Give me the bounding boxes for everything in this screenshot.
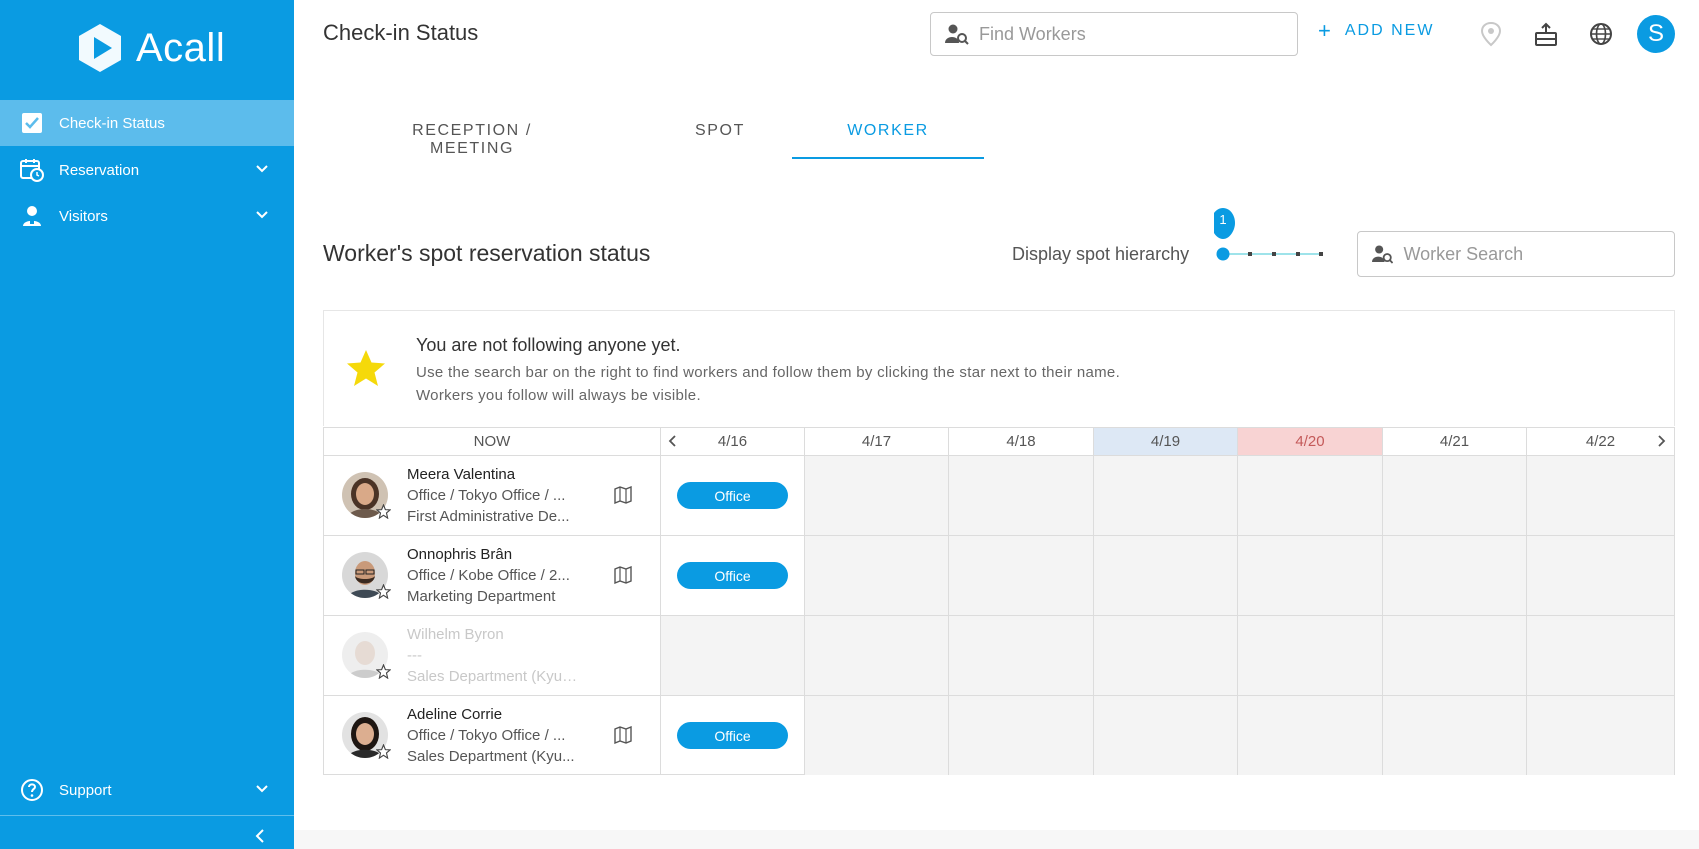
worker-name[interactable]: Adeline Corrie xyxy=(407,706,502,723)
notice-text: Workers you follow will always be visibl… xyxy=(416,387,701,404)
worker-department: First Administrative De... xyxy=(407,508,570,525)
calendar-clock-icon xyxy=(20,158,44,182)
add-new-label: ADD NEW xyxy=(1344,22,1435,39)
sidebar: Acall Check-in Status Reservation Visito… xyxy=(0,0,294,849)
grid-line xyxy=(1237,455,1238,775)
user-search-icon xyxy=(1372,245,1394,264)
hierarchy-slider[interactable]: 1 xyxy=(1211,206,1326,266)
worker-location: Office / Kobe Office / 2... xyxy=(407,567,570,584)
worker-search[interactable] xyxy=(1357,231,1675,277)
sidebar-item-support[interactable]: Support xyxy=(0,767,294,813)
worker-location: Office / Tokyo Office / ... xyxy=(407,727,566,744)
find-workers-input[interactable] xyxy=(977,22,1281,46)
table-row[interactable]: Onnophris Brân Office / Kobe Office / 2.… xyxy=(324,536,660,615)
sidebar-item-check-in-status[interactable]: Check-in Status xyxy=(0,100,294,146)
active-tab-indicator xyxy=(792,157,984,159)
reservation-grid: NOW 4/16 4/17 4/18 4/19 4/20 4/21 4/22 M… xyxy=(323,427,1675,775)
map-icon[interactable] xyxy=(614,726,632,744)
sidebar-item-reservation[interactable]: Reservation xyxy=(0,147,294,193)
status-badge[interactable]: Office xyxy=(677,482,788,509)
help-icon xyxy=(20,778,44,802)
date-header-today: 4/19 xyxy=(1094,428,1238,455)
chevron-down-icon xyxy=(256,165,268,173)
plus-icon: + xyxy=(1318,18,1333,43)
sidebar-item-label: Reservation xyxy=(59,161,140,179)
worker-name[interactable]: Onnophris Brân xyxy=(407,546,512,563)
checkbox-icon xyxy=(20,111,44,135)
date-header-holiday: 4/20 xyxy=(1238,428,1383,455)
map-icon[interactable] xyxy=(614,566,632,584)
acall-logo-icon xyxy=(79,24,121,72)
table-row[interactable]: Meera Valentina Office / Tokyo Office / … xyxy=(324,456,660,535)
notice-title: You are not following anyone yet. xyxy=(416,335,681,355)
tab-worker[interactable]: WORKER xyxy=(792,122,984,140)
sidebar-item-label: Visitors xyxy=(59,207,108,225)
date-header: 4/18 xyxy=(949,428,1094,455)
grid-line xyxy=(804,455,805,775)
star-icon xyxy=(347,350,385,386)
grid-line xyxy=(660,455,661,775)
notice-text: Use the search bar on the right to find … xyxy=(416,364,1121,381)
find-workers-search[interactable] xyxy=(930,12,1298,56)
worker-department: Marketing Department xyxy=(407,588,556,605)
page-title: Check-in Status xyxy=(323,20,479,45)
slider-value-badge: 1 xyxy=(1219,212,1227,227)
add-new-button[interactable]: + ADD NEW xyxy=(1318,18,1435,43)
next-week-icon[interactable] xyxy=(1654,434,1668,448)
empty-now-cell xyxy=(661,615,805,695)
tab-reception-meeting[interactable]: RECEPTION / MEETING xyxy=(370,122,574,158)
date-header: 4/17 xyxy=(805,428,949,455)
worker-department: Sales Department (Kyush... xyxy=(407,668,582,685)
status-badge[interactable]: Office xyxy=(677,562,788,589)
visitor-icon xyxy=(20,204,44,228)
brand-name: Acall xyxy=(136,25,226,70)
hierarchy-label: Display spot hierarchy xyxy=(1012,244,1190,264)
follow-star-icon[interactable] xyxy=(376,664,391,679)
sidebar-divider xyxy=(0,815,294,816)
sidebar-item-label: Check-in Status xyxy=(59,114,165,132)
now-column-header: NOW xyxy=(324,428,661,455)
follow-star-icon[interactable] xyxy=(376,504,391,519)
grid-line xyxy=(948,455,949,775)
table-row[interactable]: Adeline Corrie Office / Tokyo Office / .… xyxy=(324,696,660,775)
worker-location: --- xyxy=(407,647,422,664)
follow-notice: You are not following anyone yet. Use th… xyxy=(323,310,1675,426)
tab-spot[interactable]: SPOT xyxy=(672,122,768,140)
page-footer-strip xyxy=(294,830,1699,849)
date-header: 4/16 xyxy=(661,428,805,455)
sidebar-item-visitors[interactable]: Visitors xyxy=(0,193,294,239)
worker-search-input[interactable] xyxy=(1401,242,1674,266)
prev-week-icon[interactable] xyxy=(666,434,680,448)
section-title: Worker's spot reservation status xyxy=(323,240,651,266)
table-row[interactable]: Wilhelm Byron --- Sales Department (Kyus… xyxy=(324,616,660,695)
acall-logo[interactable]: Acall xyxy=(74,20,225,76)
worker-location: Office / Tokyo Office / ... xyxy=(407,487,566,504)
worker-department: Sales Department (Kyu... xyxy=(407,748,575,765)
checkout-icon[interactable] xyxy=(1532,20,1560,48)
chevron-down-icon xyxy=(256,785,268,793)
grid-line xyxy=(1093,455,1094,775)
follow-star-icon[interactable] xyxy=(376,744,391,759)
worker-name[interactable]: Meera Valentina xyxy=(407,466,515,483)
globe-icon[interactable] xyxy=(1587,20,1615,48)
date-header: 4/21 xyxy=(1383,428,1527,455)
date-header: 4/22 xyxy=(1585,433,1616,450)
location-pin-icon[interactable] xyxy=(1477,20,1505,48)
map-icon[interactable] xyxy=(614,486,632,504)
collapse-sidebar-icon[interactable] xyxy=(252,828,268,844)
grid-line xyxy=(1382,455,1383,775)
grid-line xyxy=(1526,455,1527,775)
status-badge[interactable]: Office xyxy=(677,722,788,749)
sidebar-item-label: Support xyxy=(59,781,112,799)
user-search-icon xyxy=(945,24,969,45)
follow-star-icon[interactable] xyxy=(376,584,391,599)
user-avatar[interactable]: S xyxy=(1637,15,1675,53)
chevron-down-icon xyxy=(256,211,268,219)
worker-name[interactable]: Wilhelm Byron xyxy=(407,626,504,643)
